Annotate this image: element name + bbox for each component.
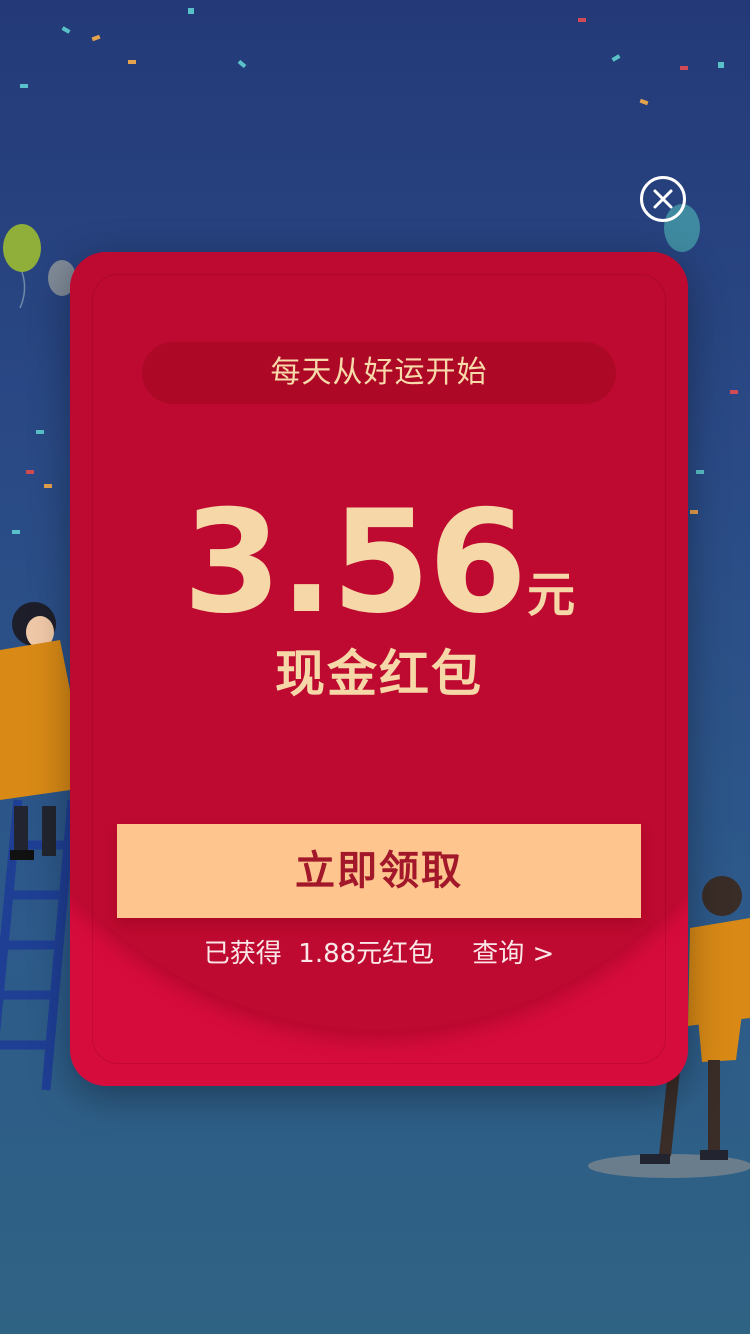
woman-illustration <box>0 602 72 860</box>
amount-unit: 元 <box>527 567 576 623</box>
close-button[interactable] <box>640 176 686 222</box>
claim-button[interactable]: 立即领取 <box>117 824 641 918</box>
amount-value: 3.56 <box>182 480 527 645</box>
slogan-text: 每天从好运开始 <box>270 355 488 390</box>
earned-info: 已获得 1.88元红包 <box>204 939 434 969</box>
packet-label: 现金红包 <box>275 645 483 703</box>
screen: 每天从好运开始 3.56元 现金红包 立即领取 已获得 1.88元红包 查询 > <box>0 0 750 1334</box>
slogan-pill: 每天从好运开始 <box>142 342 616 404</box>
close-icon <box>653 189 673 209</box>
footer-row: 已获得 1.88元红包 查询 > <box>70 936 688 972</box>
ladder <box>0 799 77 1091</box>
earned-prefix: 已获得 <box>203 939 282 969</box>
amount-row: 3.56元 <box>70 488 688 638</box>
red-packet-card: 每天从好运开始 3.56元 现金红包 立即领取 已获得 1.88元红包 查询 > <box>70 252 688 1086</box>
query-link[interactable]: 查询 > <box>472 939 554 969</box>
earned-amount: 1.88元红包 <box>298 939 435 969</box>
